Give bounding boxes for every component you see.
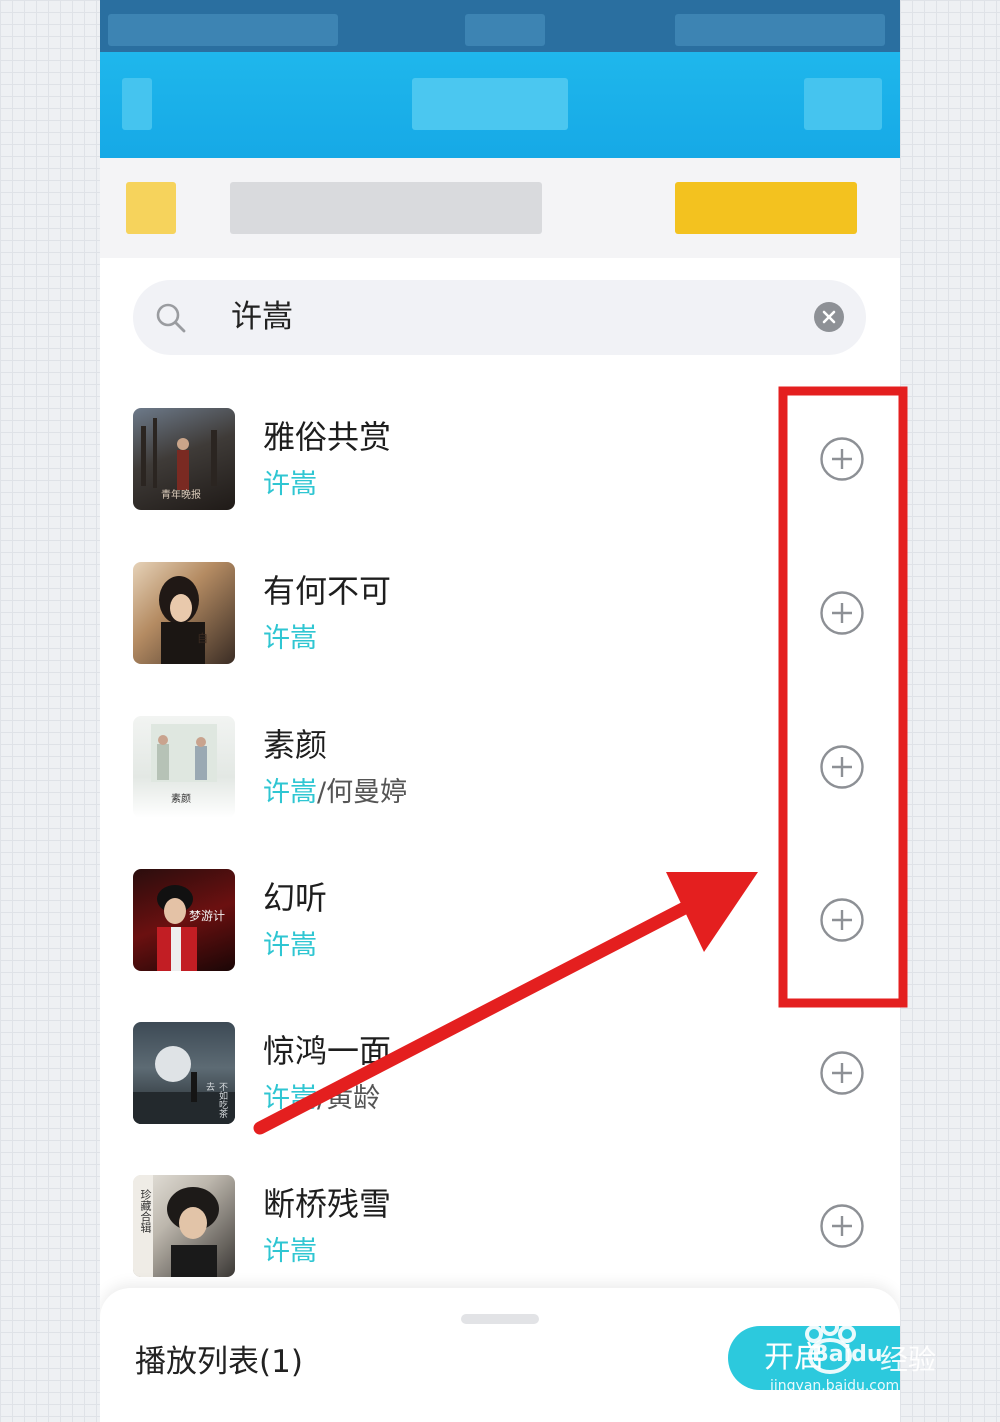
watermark-url: jingyan.baidu.com	[770, 1378, 900, 1394]
album-cover: 珍藏合辑	[133, 1175, 235, 1277]
album-cover-text: 不如吃茶去	[204, 1082, 227, 1118]
add-icon[interactable]	[819, 1050, 865, 1096]
now-playing-strip	[100, 158, 900, 258]
song-title: 有何不可	[263, 572, 392, 610]
add-icon[interactable]	[819, 590, 865, 636]
artist-link[interactable]: 许嵩	[263, 1083, 317, 1114]
song-artists: 许嵩/何曼婷	[263, 770, 407, 809]
search-box[interactable]: 许嵩	[133, 280, 866, 355]
song-artists: 许嵩	[263, 462, 317, 501]
album-cover-text: 珍藏合辑	[139, 1189, 152, 1233]
search-input[interactable]: 许嵩	[231, 280, 293, 355]
song-title: 幻听	[263, 879, 328, 917]
status-bar-blur	[108, 14, 338, 46]
watermark-brand: Baidu	[812, 1342, 883, 1367]
album-cover-text: 自	[197, 632, 208, 645]
song-row[interactable]: 不如吃茶去 惊鸿一面 许嵩/黄龄	[100, 1022, 900, 1142]
album-cover: 梦游计	[133, 869, 235, 971]
album-cover-text: 青年晚报	[161, 490, 201, 501]
artist-link[interactable]: 许嵩	[263, 1236, 317, 1267]
artist-link[interactable]: 许嵩	[263, 623, 317, 654]
baidu-jingyan-watermark: Baidu 经验 jingyan.baidu.com	[770, 1318, 960, 1398]
album-cover-text: 素颜	[171, 794, 191, 805]
song-artists: 许嵩	[263, 923, 317, 962]
song-title: 断桥残雪	[263, 1185, 392, 1223]
drag-handle[interactable]	[461, 1314, 539, 1324]
song-title: 惊鸿一面	[263, 1032, 392, 1070]
song-row[interactable]: 青年晚报 雅俗共赏 许嵩	[100, 408, 900, 528]
song-title: 素颜	[263, 726, 328, 764]
artist-featured[interactable]: /何曼婷	[317, 777, 407, 808]
song-artists: 许嵩	[263, 1229, 317, 1268]
artist-link[interactable]: 许嵩	[263, 469, 317, 500]
song-row[interactable]: 梦游计 幻听 许嵩	[100, 869, 900, 989]
app-bar	[100, 52, 900, 158]
watermark-label: 经验	[880, 1343, 937, 1376]
playlist-label[interactable]: 播放列表(1)	[135, 1336, 303, 1381]
add-icon[interactable]	[819, 436, 865, 482]
album-cover-text: 梦游计	[189, 909, 226, 923]
search-icon	[156, 303, 186, 333]
add-icon[interactable]	[819, 1203, 865, 1249]
song-title: 雅俗共赏	[263, 418, 392, 456]
now-playing-action[interactable]	[675, 182, 857, 234]
song-row[interactable]: 素颜 素颜 许嵩/何曼婷	[100, 716, 900, 836]
add-icon[interactable]	[819, 744, 865, 790]
back-icon[interactable]	[122, 78, 152, 130]
phone-screen: 许嵩 青年晚报 雅俗共赏 许嵩 自 有何不可 许嵩 素颜 素颜 许嵩/何曼婷 梦…	[100, 0, 900, 1422]
song-artists: 许嵩/黄龄	[263, 1076, 380, 1115]
now-playing-cover	[126, 182, 176, 234]
add-icon[interactable]	[819, 897, 865, 943]
status-bar-blur	[465, 14, 545, 46]
status-bar	[100, 0, 900, 52]
song-artists: 许嵩	[263, 616, 317, 655]
album-cover: 自	[133, 562, 235, 664]
app-bar-action[interactable]	[804, 78, 882, 130]
artist-link[interactable]: 许嵩	[263, 777, 317, 808]
clear-icon[interactable]	[814, 302, 844, 332]
song-row[interactable]: 自 有何不可 许嵩	[100, 562, 900, 682]
playlist-sheet[interactable]: 播放列表(1) 开启	[100, 1288, 900, 1422]
album-cover: 素颜	[133, 716, 235, 818]
artist-link[interactable]: 许嵩	[263, 930, 317, 961]
album-cover: 不如吃茶去	[133, 1022, 235, 1124]
artist-featured[interactable]: /黄龄	[317, 1083, 380, 1114]
status-bar-blur	[675, 14, 885, 46]
app-bar-title	[412, 78, 568, 130]
now-playing-info	[230, 182, 542, 234]
song-row[interactable]: 珍藏合辑 断桥残雪 许嵩	[100, 1175, 900, 1295]
album-cover: 青年晚报	[133, 408, 235, 510]
